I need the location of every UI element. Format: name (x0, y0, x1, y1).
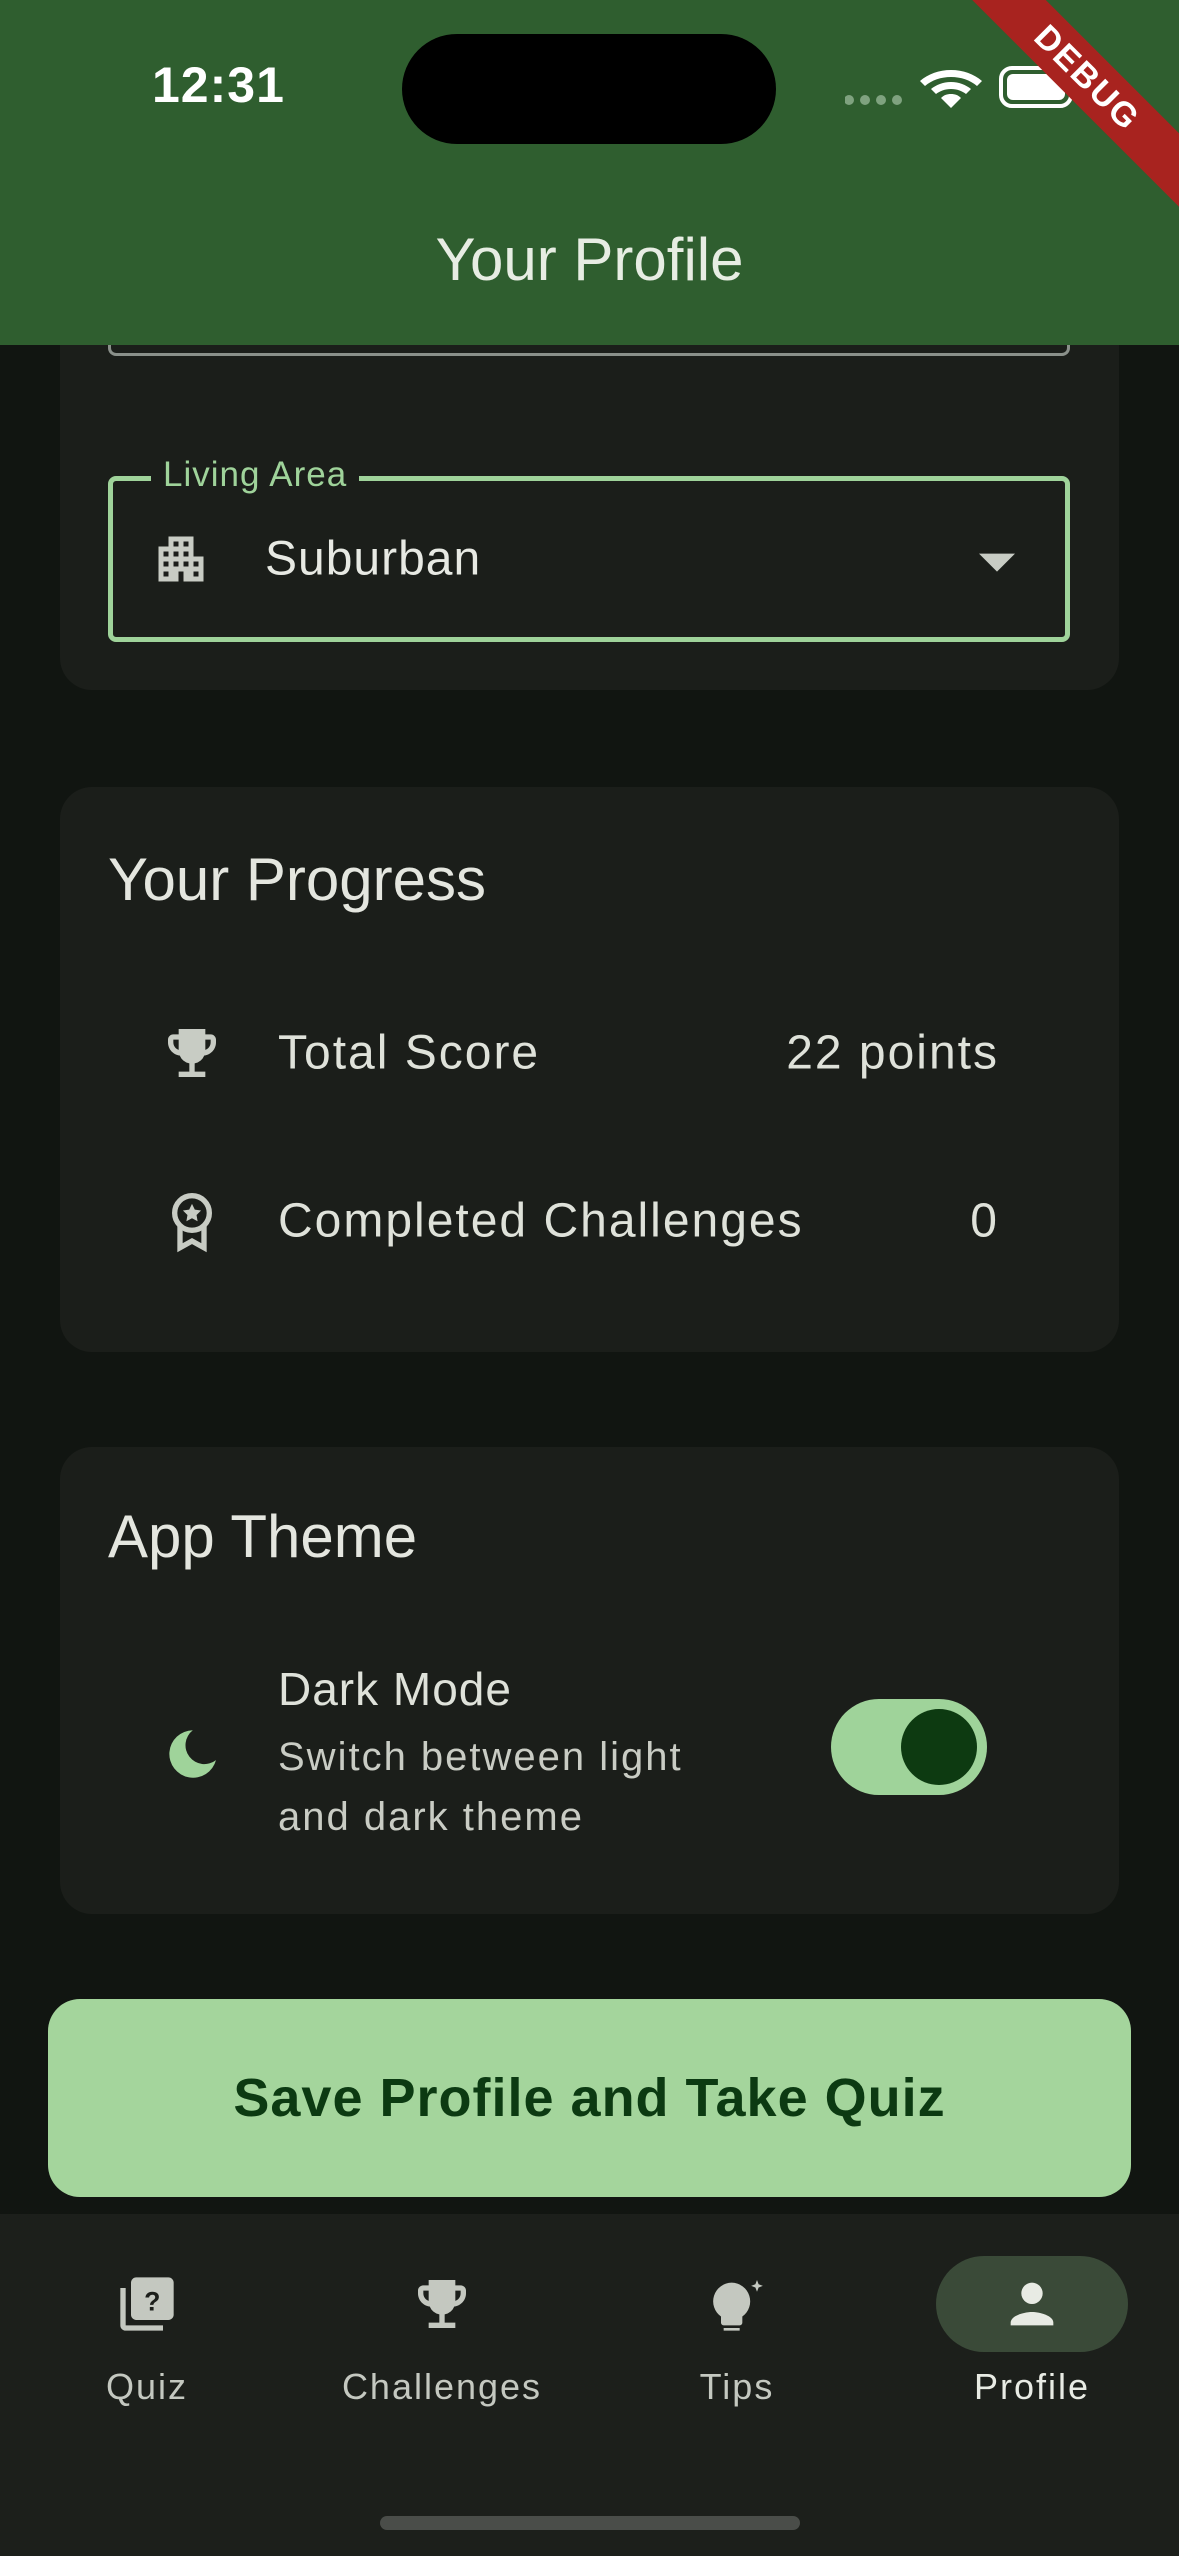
theme-card: App Theme Dark Mode Switch between light… (60, 1447, 1119, 1914)
toggle-knob (901, 1709, 977, 1785)
wifi-icon (920, 70, 982, 108)
trophy-icon (418, 2280, 466, 2328)
status-time: 12:31 (152, 57, 285, 113)
nav-label-tips: Tips (699, 2366, 775, 2407)
bottom-navigation: ? Quiz Challenges Tips Profile (0, 2214, 1179, 2556)
app-bar: 12:31 Your Profile (0, 0, 1179, 345)
dark-mode-subtitle: Switch between light and dark theme (278, 1735, 683, 1839)
nav-item-profile[interactable]: Profile (885, 2214, 1179, 2454)
theme-title: App Theme (108, 1503, 418, 1570)
lightbulb-icon (713, 2280, 763, 2331)
nav-label-quiz: Quiz (105, 2366, 189, 2407)
nav-label-challenges: Challenges (341, 2366, 543, 2407)
living-area-dropdown[interactable]: Living Area Suburban (108, 455, 1070, 642)
total-score-value: 22 points (786, 1026, 999, 1080)
signal-dots-icon (845, 95, 902, 105)
apartment-icon (158, 536, 204, 582)
moon-icon (169, 1730, 216, 1778)
save-profile-button[interactable]: Save Profile and Take Quiz (48, 1999, 1131, 2197)
dropdown-arrow-icon (979, 553, 1015, 572)
completed-challenges-label: Completed Challenges (278, 1194, 804, 1248)
screen: 18-24 Living Area Suburban Your Progress… (0, 0, 1179, 2556)
living-area-value: Suburban (265, 532, 482, 586)
award-badge-icon (172, 1193, 212, 1253)
nav-item-tips[interactable]: Tips (590, 2214, 884, 2454)
progress-card: Your Progress Total Score 22 points Comp… (60, 787, 1119, 1352)
nav-label-profile: Profile (973, 2366, 1091, 2407)
person-icon (1010, 2282, 1054, 2326)
dynamic-island (402, 34, 776, 144)
dark-mode-title: Dark Mode (278, 1663, 512, 1715)
progress-title: Your Progress (108, 846, 486, 913)
page-title: Your Profile (435, 226, 744, 293)
dark-mode-toggle[interactable] (831, 1699, 987, 1795)
total-score-row: Total Score 22 points (60, 1003, 1119, 1103)
home-indicator (380, 2516, 800, 2530)
nav-item-challenges[interactable]: Challenges (295, 2214, 589, 2454)
nav-item-quiz[interactable]: ? Quiz (0, 2214, 294, 2454)
completed-challenges-row: Completed Challenges 0 (60, 1171, 1119, 1271)
completed-challenges-value: 0 (970, 1194, 999, 1248)
total-score-label: Total Score (278, 1026, 541, 1080)
living-area-label: Living Area (151, 455, 360, 495)
quiz-icon: ? (120, 2277, 174, 2331)
trophy-icon (168, 1029, 216, 1077)
svg-text:?: ? (144, 2287, 160, 2317)
